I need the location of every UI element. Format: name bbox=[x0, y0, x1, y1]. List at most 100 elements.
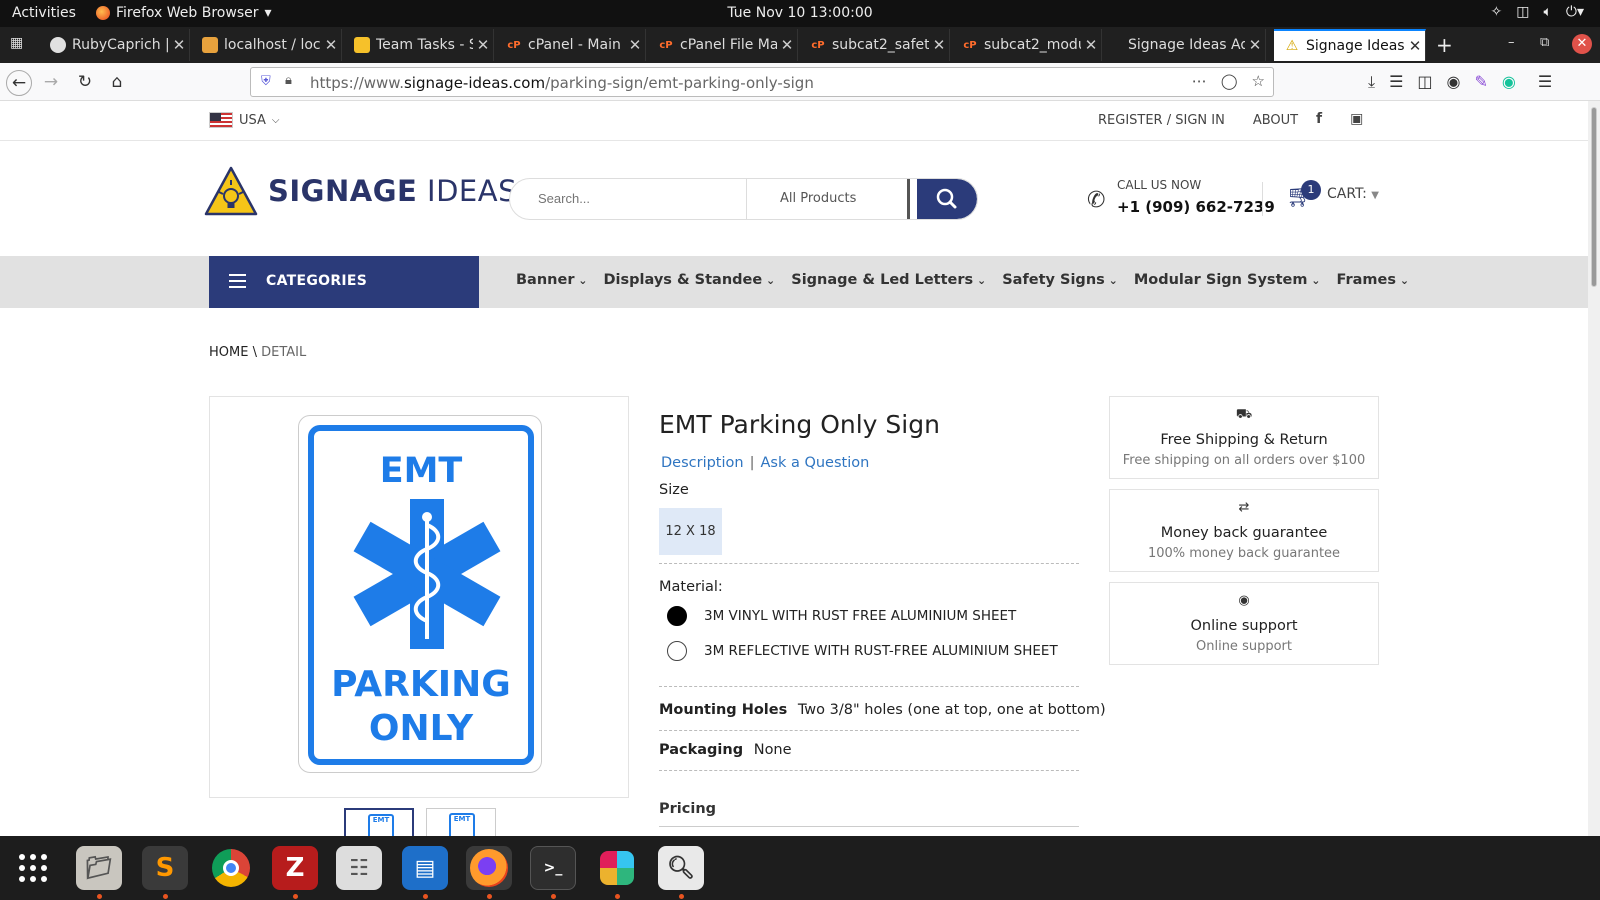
register-sign-in-link[interactable]: REGISTER / SIGN IN bbox=[1098, 113, 1225, 128]
tab-close-icon[interactable]: ✕ bbox=[1081, 36, 1101, 54]
search-category-select[interactable]: All Products bbox=[746, 179, 910, 219]
volume-icon[interactable]: 🔈︎ bbox=[1543, 4, 1551, 20]
material-radio-reflective[interactable] bbox=[667, 641, 687, 661]
tab-close-icon[interactable]: ✕ bbox=[777, 36, 797, 54]
page-scrollbar[interactable] bbox=[1588, 101, 1600, 836]
hamburger-menu-icon[interactable]: ☰ bbox=[1538, 72, 1552, 92]
network-icon[interactable]: ◫ bbox=[1516, 4, 1529, 20]
scrollbar-thumb[interactable] bbox=[1591, 107, 1597, 287]
tab-subcat2-modular[interactable]: cP subcat2_modu ✕ bbox=[952, 29, 1102, 61]
show-apps-icon[interactable] bbox=[10, 846, 56, 890]
new-tab-icon[interactable]: + bbox=[1436, 33, 1453, 57]
tab-close-icon[interactable]: ✕ bbox=[169, 36, 189, 54]
minimize-icon[interactable]: – bbox=[1508, 35, 1515, 50]
sidebar-icon[interactable]: ◫ bbox=[1417, 72, 1432, 92]
back-icon[interactable]: ← bbox=[6, 70, 32, 96]
maximize-icon[interactable]: ⧉ bbox=[1540, 35, 1549, 50]
filezilla-icon[interactable]: Z bbox=[272, 846, 318, 890]
material-label-vinyl[interactable]: 3M VINYL WITH RUST FREE ALUMINIUM SHEET bbox=[704, 608, 1016, 624]
home-icon[interactable]: ⌂ bbox=[104, 70, 130, 96]
extension-pen-icon[interactable]: ✎ bbox=[1475, 72, 1488, 92]
tab-close-icon[interactable]: ✕ bbox=[1405, 37, 1425, 55]
forward-icon[interactable]: → bbox=[38, 70, 64, 96]
material-radio-vinyl[interactable] bbox=[667, 606, 687, 626]
library-icon[interactable]: ☰ bbox=[1389, 72, 1403, 92]
tab-ask-question[interactable]: Ask a Question bbox=[760, 455, 869, 471]
about-link[interactable]: ABOUT bbox=[1253, 113, 1298, 128]
tab-close-icon[interactable]: ✕ bbox=[929, 36, 949, 54]
tab-cpanel-file-manager[interactable]: cP cPanel File Ma ✕ bbox=[648, 29, 798, 61]
tab-close-icon[interactable]: ✕ bbox=[321, 36, 341, 54]
power-icon[interactable]: ⏻▾ bbox=[1566, 4, 1584, 20]
screenshot-viewer-icon[interactable]: 🔍︎ bbox=[658, 846, 704, 890]
category-nav: CATEGORIES Banner Displays & Standee Sig… bbox=[0, 256, 1588, 308]
sublime-text-icon[interactable]: S bbox=[142, 846, 188, 890]
menu-item-banner[interactable]: Banner bbox=[516, 272, 588, 288]
bookmark-star-icon[interactable]: ☆ bbox=[1252, 72, 1265, 90]
chevron-down-icon: ⌵ bbox=[271, 114, 280, 126]
product-tabs: Description | Ask a Question bbox=[661, 455, 870, 471]
phone-number[interactable]: +1 (909) 662-7239 bbox=[1117, 198, 1275, 216]
chrome-icon[interactable] bbox=[208, 846, 254, 890]
thumbnail-2[interactable]: EMT bbox=[426, 808, 496, 836]
writer-icon[interactable]: ▤ bbox=[402, 846, 448, 890]
tab-signage-ideas-active[interactable]: ⚠ Signage Ideas ✕ bbox=[1274, 29, 1426, 61]
cpanel-icon: cP bbox=[507, 39, 521, 51]
lock-icon[interactable]: 🔒︎ bbox=[285, 73, 292, 88]
app-menu[interactable]: Firefox Web Browser ▾ bbox=[96, 5, 272, 21]
account-icon[interactable]: ◉ bbox=[1447, 72, 1461, 92]
instagram-icon[interactable]: ▣ bbox=[1350, 111, 1363, 127]
pocket-icon[interactable]: ◯ bbox=[1221, 72, 1238, 90]
tab-localhost[interactable]: localhost / loc ✕ bbox=[192, 29, 342, 61]
material-label-reflective[interactable]: 3M REFLECTIVE WITH RUST-FREE ALUMINIUM S… bbox=[704, 643, 1058, 659]
reload-icon[interactable]: ↻ bbox=[72, 70, 98, 96]
breadcrumb-home[interactable]: HOME bbox=[209, 345, 248, 360]
size-option-12x18[interactable]: 12 X 18 bbox=[659, 508, 722, 555]
tab-team-tasks[interactable]: Team Tasks - S ✕ bbox=[344, 29, 494, 61]
search-input[interactable] bbox=[538, 191, 718, 206]
slack-icon[interactable] bbox=[594, 846, 640, 890]
categories-button[interactable]: CATEGORIES bbox=[209, 256, 479, 308]
calculator-icon[interactable]: ☷ bbox=[336, 846, 382, 890]
favicon-icon bbox=[50, 37, 66, 53]
tab-close-icon[interactable]: ✕ bbox=[625, 36, 645, 54]
terminal-icon[interactable]: >_ bbox=[530, 846, 576, 890]
menu-item-modular-sign-system[interactable]: Modular Sign System bbox=[1134, 272, 1321, 288]
activities-button[interactable]: Activities bbox=[12, 5, 76, 21]
facebook-icon[interactable]: f bbox=[1316, 111, 1322, 127]
caret-down-icon: ▾ bbox=[264, 5, 272, 21]
menu-item-safety-signs[interactable]: Safety Signs bbox=[1002, 272, 1118, 288]
menu-item-displays-standee[interactable]: Displays & Standee bbox=[604, 272, 776, 288]
site-logo[interactable]: SIGNAGE IDEAS bbox=[204, 166, 517, 216]
puzzle-icon[interactable]: ✧ bbox=[1491, 4, 1503, 20]
running-indicator bbox=[97, 894, 102, 899]
product-image[interactable]: EMT PARKING ONLY bbox=[298, 415, 542, 773]
tab-subcat2-safety[interactable]: cP subcat2_safet ✕ bbox=[800, 29, 950, 61]
thumbnail-1[interactable]: EMT bbox=[344, 808, 414, 836]
phone-icon: ✆ bbox=[1087, 188, 1106, 213]
tab-close-icon[interactable]: ✕ bbox=[473, 36, 493, 54]
menu-item-frames[interactable]: Frames bbox=[1337, 272, 1410, 288]
browser-tab-strip: ▦ RubyCaprich | ✕ localhost / loc ✕ Team T… bbox=[0, 27, 1600, 63]
download-icon[interactable]: ⤓ bbox=[1368, 72, 1375, 92]
tab-rubycaprich[interactable]: RubyCaprich | ✕ bbox=[40, 29, 190, 61]
files-icon[interactable]: 📁︎ bbox=[76, 846, 122, 890]
sign-text-parking-only: PARKING ONLY bbox=[331, 664, 511, 749]
system-tray[interactable]: ✧ ◫ 🔈︎ ⏻▾ bbox=[1491, 4, 1584, 20]
tab-cpanel-main[interactable]: cP cPanel - Main ✕ bbox=[496, 29, 646, 61]
grammarly-icon[interactable]: ◉ bbox=[1502, 72, 1516, 92]
url-bar[interactable]: ⛨ 🔒︎ https://www.signage-ideas.com/parki… bbox=[250, 67, 1274, 97]
shield-icon[interactable]: ⛨ bbox=[261, 74, 271, 89]
main-menu: Banner Displays & Standee Signage & Led … bbox=[516, 272, 1409, 288]
firefox-view-icon[interactable]: ▦ bbox=[10, 35, 23, 51]
tab-signage-ideas-admin[interactable]: Signage Ideas Ad ✕ bbox=[1118, 29, 1266, 61]
tab-description[interactable]: Description bbox=[661, 455, 744, 471]
search-button[interactable] bbox=[917, 179, 977, 219]
menu-item-signage-led-letters[interactable]: Signage & Led Letters bbox=[791, 272, 986, 288]
window-close-icon[interactable]: ✕ bbox=[1572, 34, 1592, 54]
country-selector[interactable]: USA ⌵ bbox=[209, 112, 280, 128]
page-actions-icon[interactable]: ⋯ bbox=[1192, 72, 1207, 90]
tab-close-icon[interactable]: ✕ bbox=[1245, 36, 1265, 54]
firefox-dock-icon[interactable] bbox=[466, 846, 512, 890]
url-text[interactable]: https://www.signage-ideas.com/parking-si… bbox=[310, 74, 814, 92]
